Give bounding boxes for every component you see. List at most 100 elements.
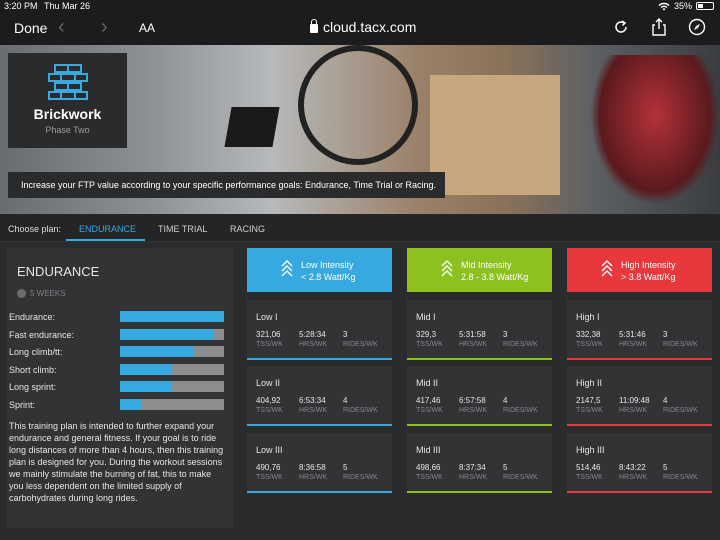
metric-bar-fill bbox=[120, 398, 141, 410]
rides-value: 3 bbox=[663, 330, 668, 339]
metric-bar-fill bbox=[120, 346, 193, 357]
metric-bar bbox=[120, 381, 224, 392]
rides-value: 5 bbox=[503, 463, 508, 472]
clock-icon bbox=[17, 289, 26, 298]
plan-description: This training plan is intended to furthe… bbox=[9, 421, 224, 503]
share-icon[interactable] bbox=[650, 18, 668, 36]
active-tab-indicator bbox=[66, 239, 145, 241]
hrs-label: HRS/WK bbox=[619, 474, 647, 481]
chevrons-up-icon bbox=[441, 259, 453, 282]
hrs-label: HRS/WK bbox=[299, 341, 327, 348]
plan-duration: 5 WEEKS bbox=[17, 289, 66, 298]
hrs-value: 5:28:34 bbox=[299, 330, 326, 339]
rides-value: 5 bbox=[343, 463, 348, 472]
workout-accent-line bbox=[247, 358, 392, 360]
compass-icon[interactable] bbox=[688, 18, 706, 36]
workout-card[interactable]: Mid I 329,3 5:31:58 3 TSS/WK HRS/WK RIDES/WK bbox=[407, 300, 552, 360]
metric-bar-fill bbox=[120, 328, 214, 340]
text-size-button[interactable]: AA bbox=[139, 21, 155, 35]
plan-weeks: 5 WEEKS bbox=[30, 289, 66, 298]
rides-label: RIDES/WK bbox=[503, 474, 538, 481]
rides-label: RIDES/WK bbox=[343, 407, 378, 414]
tss-label: TSS/WK bbox=[576, 407, 603, 414]
browser-toolbar: Done ‹ › AA cloud.tacx.com bbox=[0, 12, 720, 45]
plan-tabs: Choose plan: ENDURANCE TIME TRIAL RACING bbox=[0, 214, 720, 242]
wifi-icon bbox=[658, 2, 670, 10]
url-text: cloud.tacx.com bbox=[323, 19, 417, 35]
workout-name: High I bbox=[576, 312, 600, 322]
metric-label: Long climb/tt: bbox=[9, 347, 63, 357]
intensity-range: > 3.8 Watt/Kg bbox=[621, 272, 676, 282]
hrs-value: 8:37:34 bbox=[459, 463, 486, 472]
intensity-header[interactable]: Low Intensity < 2.8 Watt/Kg bbox=[247, 248, 392, 292]
tss-label: TSS/WK bbox=[256, 474, 283, 481]
hrs-label: HRS/WK bbox=[459, 341, 487, 348]
tss-value: 514,46 bbox=[576, 463, 601, 472]
brick-wall-icon bbox=[48, 64, 88, 100]
workout-accent-line bbox=[567, 358, 712, 360]
plan-name: Brickwork bbox=[33, 106, 102, 122]
hrs-label: HRS/WK bbox=[459, 407, 487, 414]
metric-label: Sprint: bbox=[9, 399, 36, 410]
workout-card[interactable]: Mid II 417,46 6:57:58 4 TSS/WK HRS/WK RIDES/WK bbox=[407, 366, 552, 426]
metric-label: Long sprint: bbox=[9, 382, 57, 392]
tab-endurance[interactable]: ENDURANCE bbox=[79, 224, 136, 234]
chevrons-up-icon bbox=[601, 259, 613, 282]
hrs-label: HRS/WK bbox=[299, 474, 327, 481]
hero-rider bbox=[590, 55, 720, 205]
workout-name: High II bbox=[576, 378, 603, 388]
workout-accent-line bbox=[567, 491, 712, 493]
hrs-value: 11:09:48 bbox=[619, 396, 650, 405]
hrs-value: 5:31:46 bbox=[619, 330, 646, 339]
rides-label: RIDES/WK bbox=[503, 341, 538, 348]
workout-card[interactable]: Mid III 498,66 8:37:34 5 TSS/WK HRS/WK RIDES/W… bbox=[407, 433, 552, 493]
tss-value: 417,46 bbox=[416, 396, 441, 405]
workout-accent-line bbox=[247, 491, 392, 493]
metric-bar bbox=[120, 328, 224, 340]
workout-accent-line bbox=[247, 424, 392, 426]
hrs-label: HRS/WK bbox=[619, 407, 647, 414]
intensity-name: Mid Intensity bbox=[461, 260, 512, 270]
hrs-value: 5:31:58 bbox=[459, 330, 486, 339]
plan-phase: Phase Two bbox=[45, 125, 90, 135]
metric-label: Short climb: bbox=[9, 364, 57, 375]
hrs-label: HRS/WK bbox=[299, 407, 327, 414]
intensity-name: Low Intensity bbox=[301, 260, 354, 270]
workout-accent-line bbox=[407, 358, 552, 360]
workout-card[interactable]: High III 514,46 8:43:22 5 TSS/WK HRS/WK RIDES/… bbox=[567, 433, 712, 493]
intensity-header[interactable]: High Intensity > 3.8 Watt/Kg bbox=[567, 248, 712, 292]
rides-value: 4 bbox=[343, 396, 348, 405]
rides-label: RIDES/WK bbox=[343, 341, 378, 348]
battery-percent: 35% bbox=[673, 1, 692, 11]
tss-label: TSS/WK bbox=[256, 341, 283, 348]
reload-icon[interactable] bbox=[612, 18, 630, 36]
rides-value: 4 bbox=[663, 396, 668, 405]
lock-icon bbox=[310, 19, 318, 33]
tss-value: 490,76 bbox=[256, 463, 281, 472]
tab-time-trial[interactable]: TIME TRIAL bbox=[158, 224, 207, 234]
tab-racing[interactable]: RACING bbox=[230, 224, 265, 234]
tss-label: TSS/WK bbox=[416, 341, 443, 348]
plan-logo-card: Brickwork Phase Two bbox=[8, 53, 127, 148]
workout-name: Low II bbox=[256, 378, 281, 388]
battery-icon bbox=[696, 2, 714, 10]
done-button[interactable]: Done bbox=[14, 20, 47, 36]
chevron-left-icon[interactable]: ‹ bbox=[58, 16, 65, 39]
chevron-right-icon[interactable]: › bbox=[101, 16, 108, 39]
workout-card[interactable]: High I 332,38 5:31:46 3 TSS/WK HRS/WK RIDES/WK bbox=[567, 300, 712, 360]
rides-value: 5 bbox=[663, 463, 668, 472]
tss-label: TSS/WK bbox=[256, 407, 283, 414]
workout-name: Mid I bbox=[416, 312, 436, 322]
status-bar: 3:20 PM Thu Mar 26 35% bbox=[0, 0, 720, 12]
intensity-header[interactable]: Mid Intensity 2.8 - 3.8 Watt/Kg bbox=[407, 248, 552, 292]
address-bar[interactable]: cloud.tacx.com bbox=[310, 19, 416, 35]
workout-card[interactable]: Low I 321,06 5:28:34 3 TSS/WK HRS/WK RIDES/WK bbox=[247, 300, 392, 360]
metric-bar-fill bbox=[120, 311, 224, 322]
workout-card[interactable]: Low II 404,92 6:53:34 4 TSS/WK HRS/WK RIDES/WK bbox=[247, 366, 392, 426]
workout-card[interactable]: High II 2147,5 11:09:48 4 TSS/WK HRS/WK RIDES/… bbox=[567, 366, 712, 426]
intensity-range: < 2.8 Watt/Kg bbox=[301, 272, 356, 282]
workout-name: Mid III bbox=[416, 445, 441, 455]
workout-card[interactable]: Low III 490,76 8:36:58 5 TSS/WK HRS/WK RIDES/W… bbox=[247, 433, 392, 493]
status-right: 35% bbox=[658, 1, 714, 11]
tss-value: 498,66 bbox=[416, 463, 441, 472]
